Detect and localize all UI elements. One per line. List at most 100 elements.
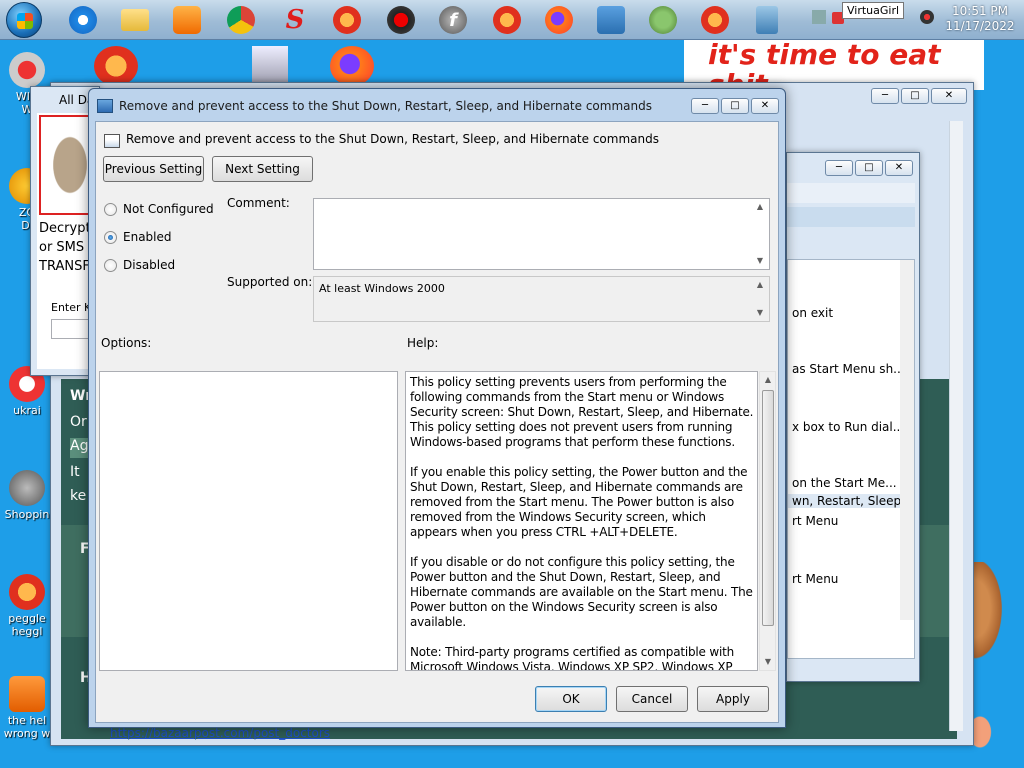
peggle-icon-3[interactable] (698, 3, 732, 37)
maximize-button[interactable]: □ (901, 88, 929, 104)
desktop-icon-label: ukrai (13, 404, 41, 417)
list-item[interactable]: x box to Run dial... (792, 420, 904, 434)
chrome-icon[interactable] (224, 3, 258, 37)
scroll-up-arrow-icon[interactable]: ▲ (752, 199, 768, 215)
radio-not-configured[interactable]: Not Configured (104, 200, 214, 218)
recorder-icon[interactable] (384, 3, 418, 37)
minimize-button[interactable]: ─ (825, 160, 853, 176)
comment-label: Comment: (227, 196, 290, 210)
tray-app-icon[interactable] (812, 10, 826, 24)
radio-button-checked[interactable] (104, 230, 117, 244)
list-item-selected[interactable]: wn, Restart, Sleep... (788, 494, 913, 508)
maximize-button[interactable]: □ (721, 98, 749, 114)
decrypt-text: Decrypt or SMS TRANSF (39, 219, 91, 276)
desktop-icon-label: the hel wrong w (3, 714, 51, 740)
peggle-logo-icon (9, 574, 45, 610)
page-link[interactable]: https://bazaarpost.com/post_doctors (110, 726, 330, 740)
radio-disabled[interactable]: Disabled (104, 256, 175, 274)
policy-setting-dialog[interactable]: Remove and prevent access to the Shut Do… (88, 88, 786, 728)
clock-time: 10:51 PM (952, 4, 1008, 18)
title-bar[interactable]: Remove and prevent access to the Shut Do… (89, 89, 785, 123)
app-icon (9, 676, 45, 712)
policy-list[interactable]: on exit as Start Menu sh... x box to Run… (787, 259, 915, 659)
supported-scrollbar[interactable]: ▲ ▼ (752, 277, 769, 321)
maximize-button[interactable]: □ (855, 160, 883, 176)
desktop-icon-shopping[interactable]: Shoppin (0, 470, 54, 521)
cancel-button[interactable]: Cancel (616, 686, 688, 712)
scroll-thumb[interactable] (762, 390, 774, 626)
clock[interactable]: 10:51 PM 11/17/2022 (940, 4, 1020, 34)
enter-key-label: Enter K (51, 301, 92, 314)
radio-label: Disabled (123, 258, 176, 272)
toolbar (787, 207, 915, 227)
help-text: This policy setting prevents users from … (410, 375, 756, 671)
media-player-icon[interactable] (170, 3, 204, 37)
help-pane[interactable]: This policy setting prevents users from … (405, 371, 758, 671)
window-title: Remove and prevent access to the Shut Do… (119, 99, 652, 113)
peggle-logo-icon (701, 6, 729, 34)
help-paragraph: Note: Third-party programs certified as … (410, 645, 735, 671)
page-scrollbar[interactable] (949, 121, 963, 731)
internet-explorer-icon[interactable] (66, 3, 100, 37)
group-policy-window[interactable]: ─ □ ✕ on exit as Start Menu sh... x box … (786, 152, 920, 682)
plant-app-icon[interactable] (646, 3, 680, 37)
peggle-icon-2[interactable] (490, 3, 524, 37)
ie-logo-icon (69, 6, 97, 34)
ok-button[interactable]: OK (535, 686, 607, 712)
s-app-icon[interactable]: S (278, 3, 312, 37)
clock-date: 11/17/2022 (945, 19, 1015, 33)
list-item[interactable]: as Start Menu sh... (792, 362, 905, 376)
previous-setting-button[interactable]: Previous Setting (103, 156, 204, 182)
desktop-icon-help[interactable]: the hel wrong w (0, 676, 54, 740)
list-item[interactable]: on exit (792, 306, 833, 320)
list-item[interactable]: rt Menu (792, 514, 838, 528)
tray-record-icon[interactable] (920, 10, 934, 24)
minimize-button[interactable]: ─ (871, 88, 899, 104)
list-item[interactable]: on the Start Me... (792, 476, 897, 490)
calculator-icon-glyph (756, 6, 778, 34)
desktop-icon-peggle[interactable]: peggle heggl (0, 574, 54, 638)
comment-scrollbar[interactable]: ▲ ▼ (752, 199, 769, 269)
plant-icon (649, 6, 677, 34)
policy-setting-icon (104, 134, 120, 148)
peggle-icon[interactable] (330, 3, 364, 37)
file-explorer-icon[interactable] (118, 3, 152, 37)
scroll-down-arrow-icon[interactable]: ▼ (760, 654, 776, 670)
minimize-button[interactable]: ─ (691, 98, 719, 114)
radio-button[interactable] (104, 202, 117, 216)
search-icon (597, 6, 625, 34)
start-button[interactable] (6, 2, 42, 38)
close-button[interactable]: ✕ (885, 160, 913, 176)
play-icon (173, 6, 201, 34)
scroll-up-arrow-icon[interactable]: ▲ (752, 277, 768, 293)
desktop-file-icon[interactable] (252, 46, 288, 86)
taskbar: S f VirtuaGirl 10:51 PM 11/17/2022 (0, 0, 1024, 40)
desktop-firefox-icon[interactable] (330, 46, 374, 86)
scroll-down-arrow-icon[interactable]: ▼ (752, 305, 768, 321)
flash-player-icon[interactable]: f (436, 3, 470, 37)
desktop-peggle-icon[interactable] (94, 46, 138, 86)
calculator-icon[interactable] (750, 3, 784, 37)
list-scrollbar[interactable] (900, 260, 914, 620)
close-button[interactable]: ✕ (751, 98, 779, 114)
radio-enabled[interactable]: Enabled (104, 228, 172, 246)
apply-button[interactable]: Apply (697, 686, 769, 712)
page-line: It (70, 464, 80, 480)
firefox-icon[interactable] (542, 3, 576, 37)
radio-button[interactable] (104, 258, 117, 272)
list-item[interactable]: rt Menu (792, 572, 838, 586)
next-setting-button[interactable]: Next Setting (212, 156, 313, 182)
page-line: ke (70, 488, 87, 504)
search-tool-icon[interactable] (594, 3, 628, 37)
desktop-icon-label: Shoppin (4, 508, 50, 521)
radio-label: Not Configured (123, 202, 214, 216)
close-button[interactable]: ✕ (931, 88, 967, 104)
scroll-down-arrow-icon[interactable]: ▼ (752, 253, 768, 269)
toolbar (787, 183, 915, 203)
help-scrollbar[interactable]: ▲ ▼ (759, 371, 776, 671)
scroll-up-arrow-icon[interactable]: ▲ (760, 372, 776, 388)
page-line[interactable]: Ag (70, 438, 90, 458)
comment-textarea[interactable]: ▲ ▼ (313, 198, 770, 270)
supported-on-value: At least Windows 2000 (319, 282, 445, 295)
help-paragraph: If you disable or do not configure this … (410, 555, 753, 629)
